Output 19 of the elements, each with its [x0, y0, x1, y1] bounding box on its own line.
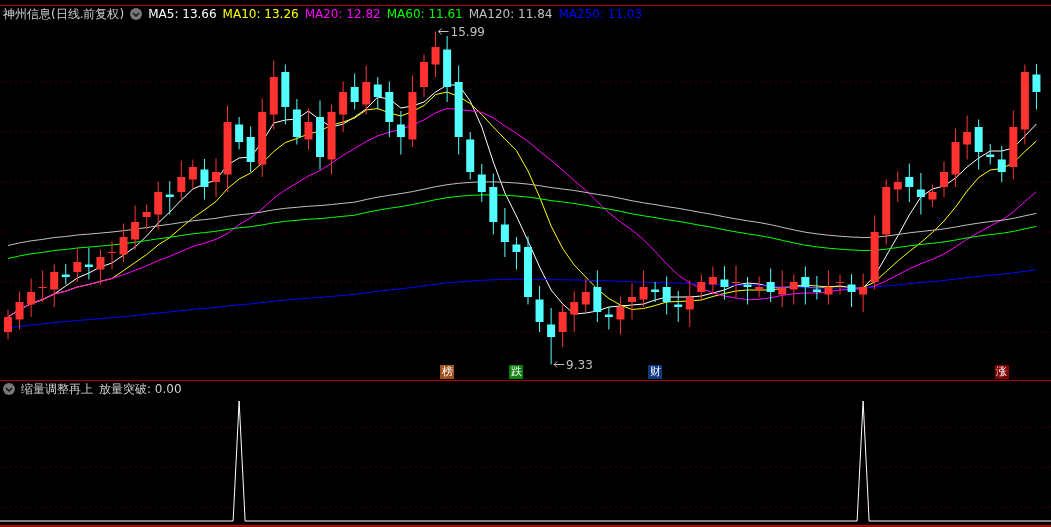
event-marker[interactable]: 财 [648, 365, 663, 379]
moving-average-value: MA10: 13.26 [222, 7, 299, 21]
low-price-label: 9.33 [566, 357, 593, 372]
arrow-icon [438, 28, 450, 35]
event-marker[interactable]: 跌 [509, 365, 524, 379]
arrow-icon [553, 361, 565, 368]
moving-average-value: MA250: 11.03 [558, 7, 643, 21]
event-marker[interactable]: 榜 [440, 365, 455, 379]
moving-average-value: MA5: 13.66 [148, 7, 217, 21]
indicator-value: 放量突破: 0.00 [99, 380, 182, 398]
dropdown-icon[interactable] [130, 8, 143, 20]
stock-title: 神州信息(日线.前复权) [3, 5, 125, 23]
event-marker[interactable]: 涨 [994, 365, 1009, 379]
dropdown-icon[interactable] [3, 383, 15, 395]
moving-average-value: MA60: 11.61 [386, 7, 463, 21]
high-price-label: 15.99 [450, 24, 485, 39]
moving-average-value: MA120: 11.84 [468, 7, 553, 21]
indicator-title: 缩量调整再上 [21, 380, 93, 398]
moving-average-value: MA20: 12.82 [304, 7, 381, 21]
